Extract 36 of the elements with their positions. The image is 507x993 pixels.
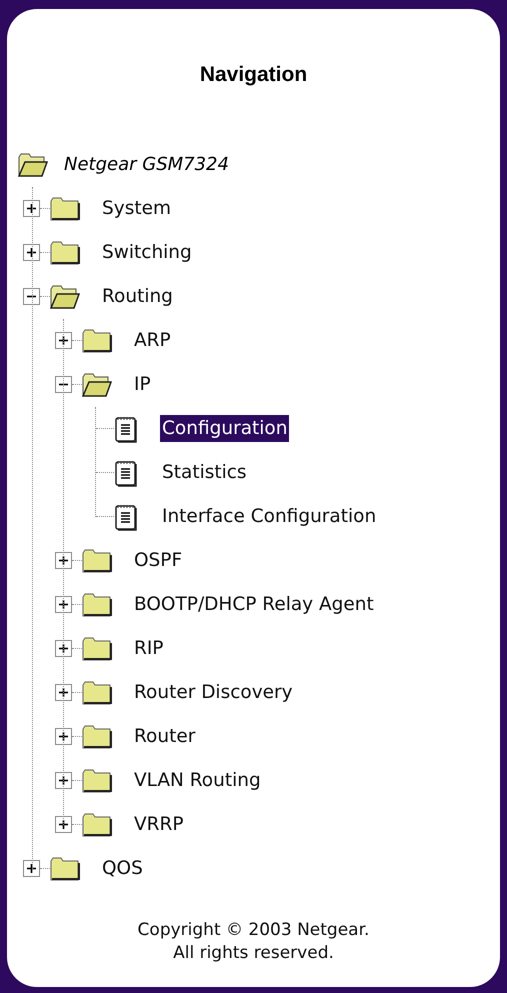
- expand-icon[interactable]: [23, 244, 40, 261]
- tree-page-link[interactable]: Configuration: [160, 414, 290, 442]
- expand-icon[interactable]: [55, 552, 72, 569]
- expand-icon[interactable]: [55, 772, 72, 789]
- tree-folder-label[interactable]: RIP: [132, 634, 166, 662]
- expand-icon[interactable]: [23, 200, 40, 217]
- document-icon: [114, 502, 138, 530]
- panel-title: Navigation: [198, 62, 308, 88]
- tree-folder-label[interactable]: Switching: [100, 238, 194, 266]
- expand-icon[interactable]: [55, 640, 72, 657]
- expand-icon[interactable]: [55, 684, 72, 701]
- tree-folder-label[interactable]: ARP: [132, 326, 173, 354]
- expand-icon[interactable]: [55, 332, 72, 349]
- tree-root-label[interactable]: Netgear GSM7324: [64, 151, 229, 178]
- document-icon: [114, 458, 138, 486]
- tree-folder-label[interactable]: VRRP: [132, 810, 186, 838]
- tree-folder-label[interactable]: QOS: [100, 854, 145, 882]
- tree-folder-label[interactable]: Router Discovery: [132, 678, 295, 706]
- expand-icon[interactable]: [23, 860, 40, 877]
- tree-folder-label[interactable]: VLAN Routing: [132, 766, 263, 794]
- collapse-icon[interactable]: [55, 376, 72, 393]
- expand-icon[interactable]: [55, 596, 72, 613]
- copyright-text: All rights reserved.: [173, 942, 334, 964]
- expand-icon[interactable]: [55, 816, 72, 833]
- tree-page-link[interactable]: Statistics: [160, 458, 249, 486]
- expand-icon[interactable]: [55, 728, 72, 745]
- tree-folder-label[interactable]: BOOTP/DHCP Relay Agent: [132, 590, 376, 618]
- tree-folder-label[interactable]: System: [100, 194, 173, 222]
- tree-folder-label[interactable]: OSPF: [132, 546, 184, 574]
- copyright-text: Copyright © 2003 Netgear.: [138, 918, 370, 942]
- tree-page-link[interactable]: Interface Configuration: [160, 502, 378, 530]
- tree-folder-label[interactable]: Router: [132, 722, 198, 750]
- document-icon: [114, 414, 138, 442]
- tree-folder-label[interactable]: Routing: [100, 282, 175, 310]
- collapse-icon[interactable]: [23, 288, 40, 305]
- tree-folder-label[interactable]: IP: [132, 370, 153, 398]
